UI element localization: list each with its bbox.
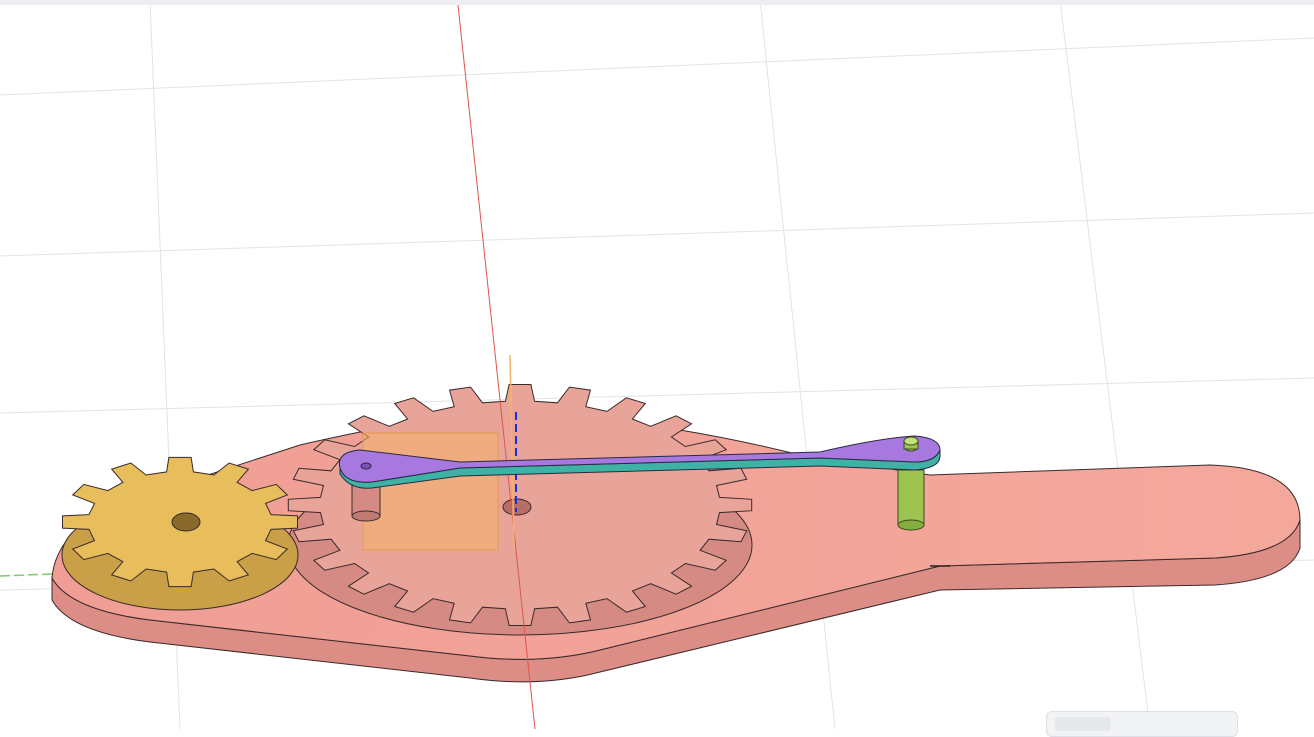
link-arm-hole	[360, 462, 372, 470]
small-gear-hole	[171, 512, 201, 532]
green-pin[interactable]	[897, 469, 925, 531]
top-toolbar-strip	[0, 0, 1314, 5]
navigation-bar[interactable]	[1046, 711, 1238, 737]
model-canvas[interactable]	[0, 0, 1314, 730]
3d-viewport[interactable]	[0, 0, 1314, 730]
origin-plane	[362, 432, 499, 551]
pin-top	[903, 436, 919, 452]
